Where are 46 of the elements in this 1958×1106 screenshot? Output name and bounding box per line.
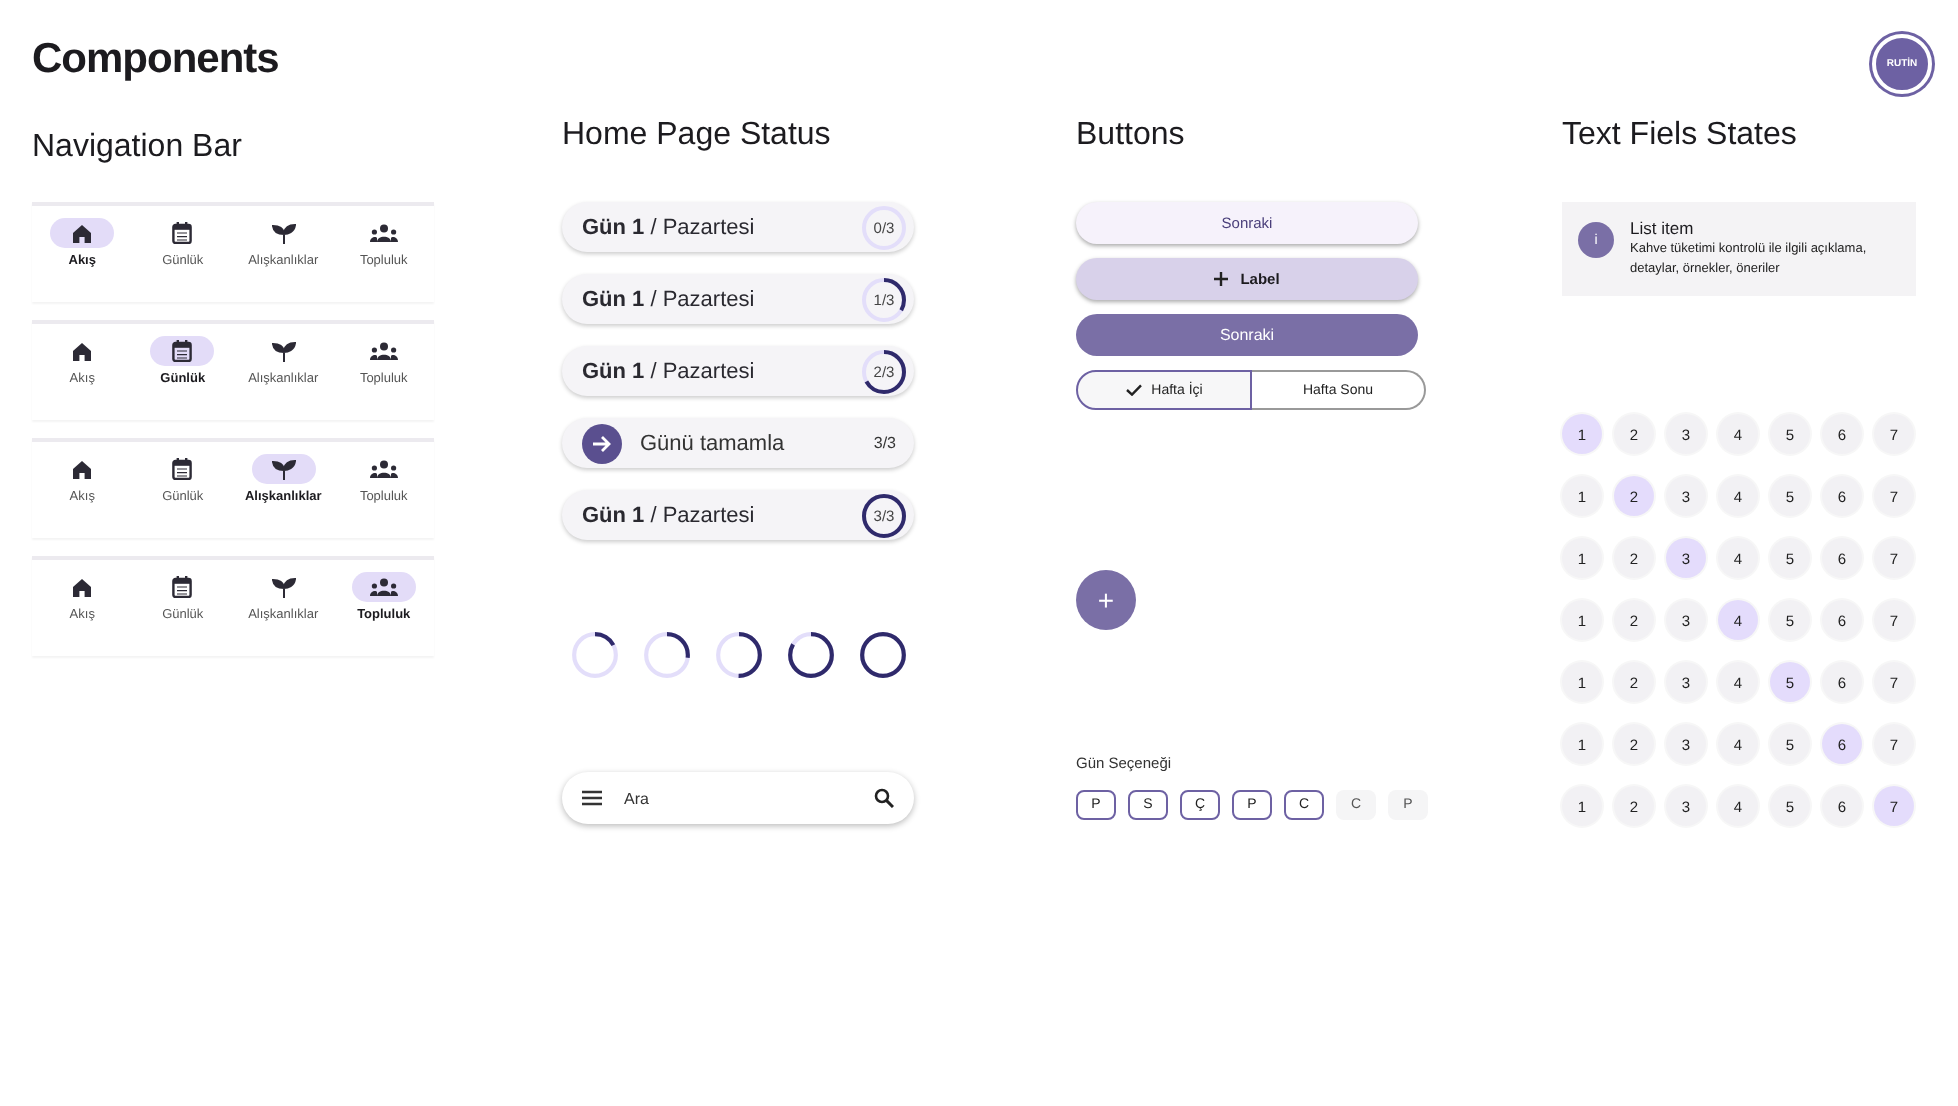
- home-icon: [72, 577, 93, 597]
- menu-icon: [582, 790, 602, 806]
- complete-label: Günü tamamla: [640, 431, 787, 455]
- section-title: Home Page Status: [562, 120, 831, 156]
- day-label: Gün 1 / Pazartesi: [582, 287, 757, 311]
- section-title: Text Fiels States: [1562, 120, 1797, 156]
- progress-ring: [860, 491, 908, 539]
- home-icon: [72, 459, 93, 479]
- day-label: Gün 1 / Pazartesi: [582, 359, 757, 383]
- search-icon: [874, 788, 894, 808]
- home-icon: [72, 341, 93, 361]
- progress-ring: [860, 347, 908, 395]
- calendar-icon: [172, 222, 193, 244]
- calendar-icon: [172, 340, 193, 362]
- sprout-icon: [271, 223, 296, 243]
- people-icon: [369, 342, 398, 360]
- progress-ring: [860, 203, 908, 251]
- people-icon: [369, 460, 398, 478]
- progress-reading: 3/3: [873, 434, 896, 452]
- section-title: Navigation Bar: [32, 132, 242, 168]
- calendar-icon: [172, 458, 193, 480]
- progress-ring: [860, 275, 908, 323]
- day-label: Gün 1 / Pazartesi: [582, 215, 757, 239]
- search-input[interactable]: Ara: [620, 787, 856, 809]
- arrow-right-icon: [582, 423, 622, 463]
- complete-day-card[interactable]: Günü tamamla 3/3: [562, 418, 914, 468]
- day-label: Gün 1 / Pazartesi: [582, 503, 757, 527]
- add-button[interactable]: +: [1076, 570, 1136, 630]
- list-item-title: List item: [1630, 218, 1696, 240]
- progress-ring: [570, 630, 620, 680]
- calendar-icon: [172, 576, 193, 598]
- section-title: Buttons: [1076, 120, 1185, 156]
- progress-ring: [858, 630, 908, 680]
- sprout-icon: [271, 459, 296, 479]
- progress-ring: [642, 630, 692, 680]
- sprout-icon: [271, 577, 296, 597]
- check-icon: [1125, 384, 1142, 396]
- plus-icon: [1214, 272, 1229, 286]
- sprout-icon: [271, 341, 296, 361]
- progress-ring: [714, 630, 764, 680]
- page-title: Components: [32, 36, 279, 84]
- people-icon: [369, 224, 398, 242]
- progress-ring: [786, 630, 836, 680]
- home-icon: [72, 223, 93, 243]
- people-icon: [369, 578, 398, 596]
- next-button[interactable]: Sonraki: [1076, 314, 1418, 356]
